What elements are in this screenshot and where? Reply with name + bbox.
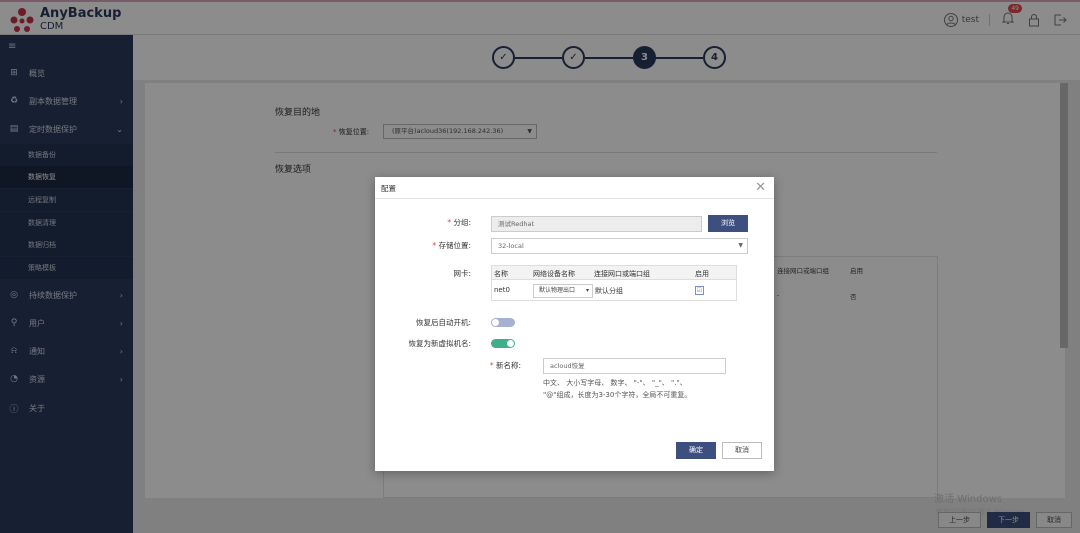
confirm-button[interactable]: 确定 — [676, 442, 716, 459]
autostart-toggle[interactable] — [491, 318, 515, 327]
caret-down-icon: ▼ — [738, 242, 743, 249]
storage-select[interactable]: 32-local ▼ — [491, 238, 748, 254]
nic-name: net0 — [494, 286, 510, 294]
column-header: 网络设备名称 — [533, 270, 575, 278]
group-input: 测试Redhat — [491, 216, 702, 232]
new-name-input[interactable]: acloud恢复 — [543, 358, 726, 374]
dialog-header: 配置 ✕ — [375, 177, 774, 199]
dialog-title: 配置 — [381, 184, 396, 193]
nic-device-select[interactable]: 默认物理出口 ▾ — [533, 284, 593, 298]
nic-table: 名称 网络设备名称 连接网口或端口组 启用 net0 默认物理出口 ▾ 默认分组… — [491, 265, 737, 301]
nic-table-header: 名称 网络设备名称 连接网口或端口组 启用 — [492, 266, 736, 280]
config-dialog: 配置 ✕ * 分组: 测试Redhat 浏览 * 存储位置: 32-local … — [375, 177, 774, 471]
nic-label: 网卡: — [453, 269, 471, 278]
dialog-cancel-button[interactable]: 取消 — [722, 442, 762, 459]
caret-down-icon: ▾ — [585, 287, 589, 294]
new-vm-toggle[interactable] — [491, 339, 515, 348]
new-name-label: * 新名称: — [489, 361, 521, 370]
column-header: 启用 — [695, 270, 709, 278]
nic-group: 默认分组 — [595, 287, 623, 295]
storage-label: * 存储位置: — [432, 241, 471, 250]
close-icon[interactable]: ✕ — [755, 180, 766, 195]
group-label: * 分组: — [447, 218, 471, 227]
nic-enabled-checkbox[interactable]: ☑ — [695, 286, 704, 295]
column-header: 名称 — [494, 270, 508, 278]
name-hint: 中文、 大小写字母、 数字、 "-"、 "_"、 "."、 "@"组成，长度为3… — [543, 379, 692, 399]
column-header: 连接网口或端口组 — [594, 270, 650, 278]
browse-button[interactable]: 浏览 — [708, 215, 748, 232]
new-vm-label: 恢复为新虚拟机名: — [408, 339, 471, 348]
autostart-label: 恢复后自动开机: — [415, 318, 471, 327]
